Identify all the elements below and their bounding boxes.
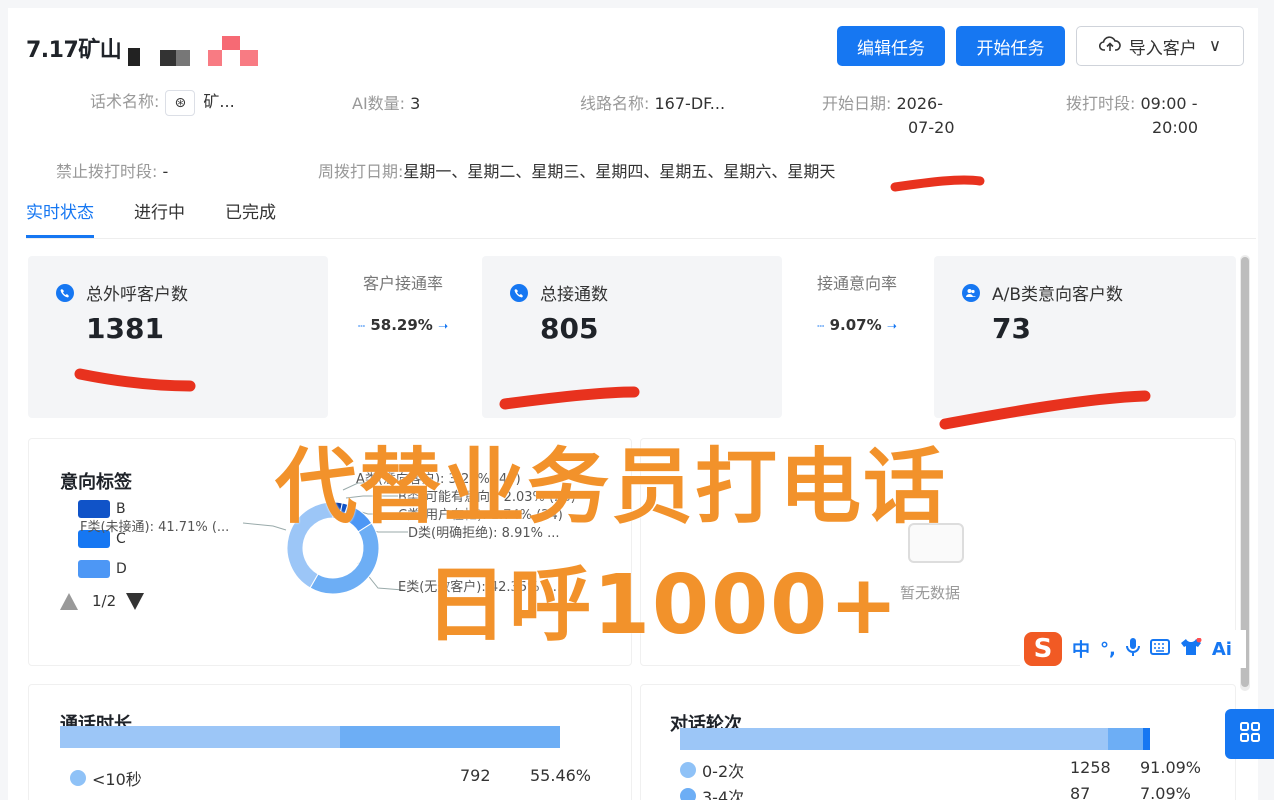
ime-ai-button[interactable]: Ai (1212, 639, 1232, 660)
scribble-2 (74, 368, 196, 392)
promo-subline: 日呼1000+ (425, 558, 900, 653)
promo-headline: 代替业务员打电话 (275, 440, 948, 535)
skin-shirt-icon[interactable] (1180, 637, 1202, 661)
keyboard-icon[interactable] (1149, 638, 1170, 660)
scribble-1 (890, 175, 985, 192)
scribble-3 (499, 386, 640, 410)
scrollbar-thumb[interactable] (1241, 257, 1249, 687)
page-scrollbar[interactable] (1240, 255, 1250, 691)
ime-toolbar[interactable]: S 中 °, Ai (1020, 630, 1246, 668)
scribble-4 (939, 390, 1151, 430)
red-scribbles (74, 175, 1151, 430)
ime-punct-toggle[interactable]: °, (1100, 639, 1116, 660)
grid-icon (1239, 722, 1260, 746)
apps-grid-button[interactable] (1225, 709, 1274, 759)
microphone-icon[interactable] (1125, 637, 1140, 662)
sogou-logo-icon[interactable]: S (1024, 632, 1062, 666)
ime-mode-toggle[interactable]: 中 (1072, 636, 1090, 662)
